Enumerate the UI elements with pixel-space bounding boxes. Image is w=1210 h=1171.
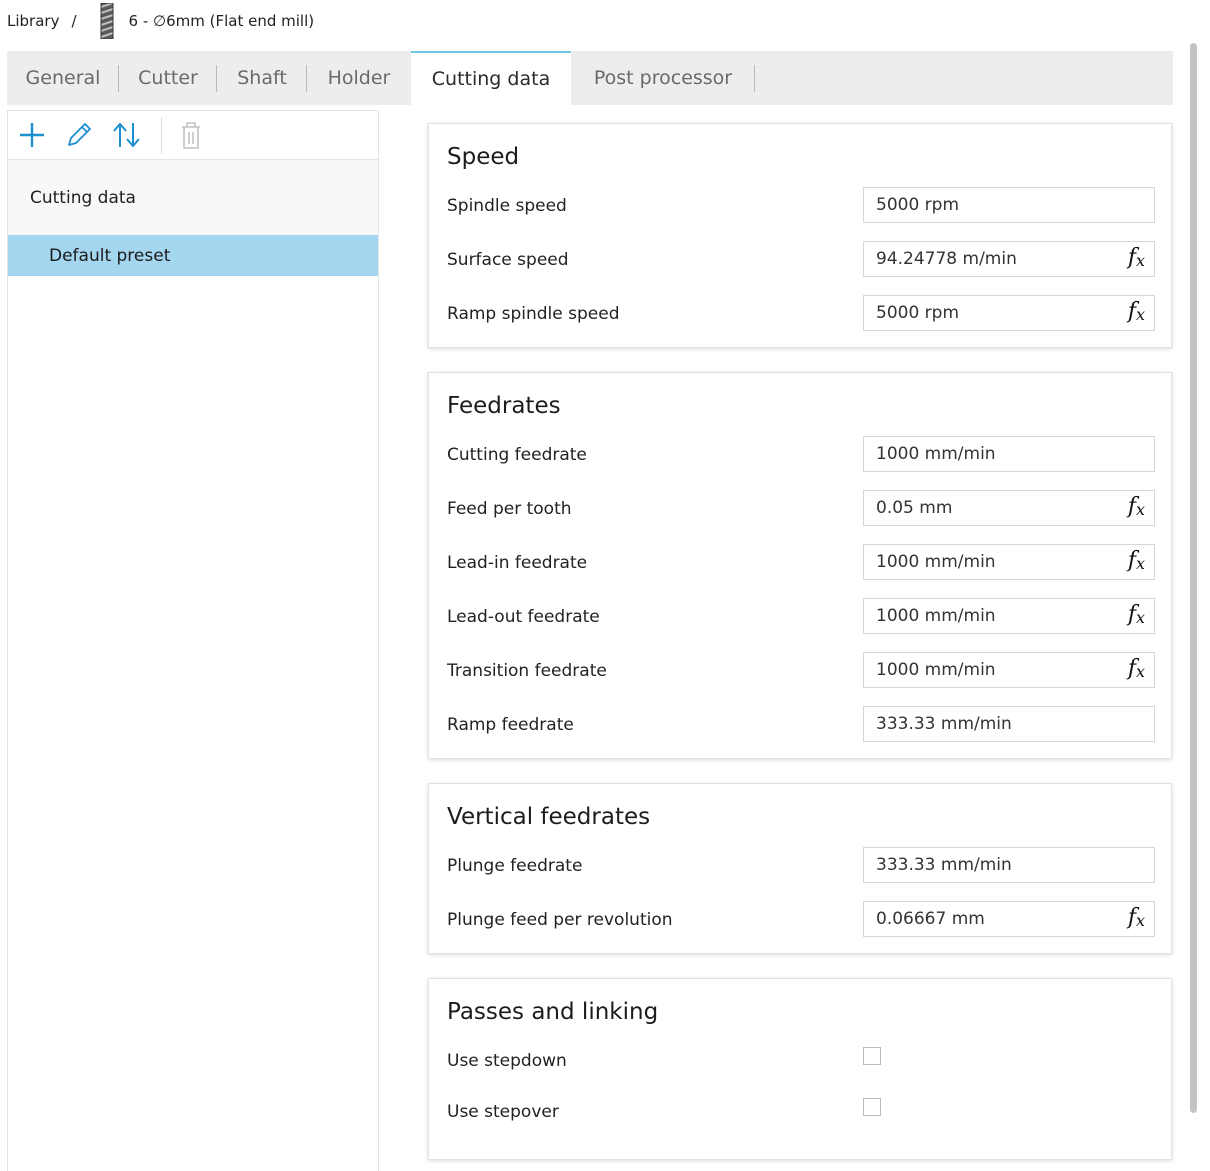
formula-icon[interactable]: fx: [1128, 602, 1145, 627]
field-label: Spindle speed: [447, 196, 567, 216]
use-stepdown-checkbox[interactable]: [863, 1047, 881, 1065]
breadcrumb-tool-name: 6 - ∅6mm (Flat end mill): [128, 12, 315, 30]
transition-feedrate-input[interactable]: 1000 mm/min fx: [863, 652, 1155, 688]
toolbar-divider: [161, 117, 162, 154]
preset-panel: Cutting data Default preset: [7, 110, 379, 1171]
formula-icon[interactable]: fx: [1128, 299, 1145, 324]
cutting-feedrate-input[interactable]: 1000 mm/min: [863, 436, 1155, 472]
formula-icon[interactable]: fx: [1128, 245, 1145, 270]
tab-shaft[interactable]: Shaft: [217, 51, 307, 105]
field-label: Transition feedrate: [447, 661, 607, 681]
feedrates-section: Feedrates Cutting feedrate 1000 mm/min F…: [428, 372, 1172, 759]
delete-icon[interactable]: [176, 120, 206, 150]
field-value: 1000 mm/min: [876, 444, 996, 464]
spindle-speed-input[interactable]: 5000 rpm: [863, 187, 1155, 223]
preset-toolbar: [8, 111, 378, 160]
field-label: Plunge feedrate: [447, 856, 583, 876]
field-label: Plunge feed per revolution: [447, 910, 673, 930]
field-label: Ramp feedrate: [447, 715, 574, 735]
plunge-feed-per-revolution-input[interactable]: 0.06667 mm fx: [863, 901, 1155, 937]
lead-in-feedrate-input[interactable]: 1000 mm/min fx: [863, 544, 1155, 580]
field-value: 1000 mm/min: [876, 606, 996, 626]
tab-general[interactable]: General: [7, 51, 119, 105]
edit-icon[interactable]: [64, 120, 94, 150]
field-label: Lead-out feedrate: [447, 607, 600, 627]
feed-per-tooth-input[interactable]: 0.05 mm fx: [863, 490, 1155, 526]
tab-post-processor[interactable]: Post processor: [571, 51, 755, 105]
tab-holder[interactable]: Holder: [307, 51, 411, 105]
tab-label: Holder: [327, 67, 391, 89]
tab-cutting-data[interactable]: Cutting data: [411, 51, 571, 105]
field-value: 5000 rpm: [876, 303, 960, 323]
field-value: 94.24778 m/min: [876, 249, 1017, 269]
tab-label: Cutter: [138, 67, 198, 89]
breadcrumb-library[interactable]: Library: [7, 12, 59, 30]
field-label: Use stepdown: [447, 1051, 567, 1071]
tree-header: Cutting data: [8, 160, 378, 235]
field-value: 0.05 mm: [876, 498, 953, 518]
ramp-spindle-speed-input[interactable]: 5000 rpm fx: [863, 295, 1155, 331]
breadcrumb-separator: /: [71, 12, 77, 30]
formula-icon[interactable]: fx: [1128, 656, 1145, 681]
plunge-feedrate-input[interactable]: 333.33 mm/min: [863, 847, 1155, 883]
tab-cutter[interactable]: Cutter: [119, 51, 217, 105]
field-label: Surface speed: [447, 250, 569, 270]
tab-label: Shaft: [237, 67, 287, 89]
vertical-feedrates-section: Vertical feedrates Plunge feedrate 333.3…: [428, 783, 1172, 954]
tab-label: Post processor: [593, 67, 733, 89]
passes-linking-section: Passes and linking Use stepdown Use step…: [428, 978, 1172, 1160]
speed-section: Speed Spindle speed 5000 rpm Surface spe…: [428, 123, 1172, 348]
add-icon[interactable]: [17, 120, 47, 150]
field-value: 333.33 mm/min: [876, 714, 1012, 734]
field-label: Feed per tooth: [447, 499, 572, 519]
field-value: 333.33 mm/min: [876, 855, 1012, 875]
section-title: Feedrates: [447, 393, 561, 419]
end-mill-icon: [99, 2, 115, 40]
field-value: 1000 mm/min: [876, 552, 996, 572]
lead-out-feedrate-input[interactable]: 1000 mm/min fx: [863, 598, 1155, 634]
tab-label: Cutting data: [431, 68, 551, 90]
tab-bar: General Cutter Shaft Holder Cutting data…: [7, 51, 1173, 105]
scrollbar-thumb[interactable]: [1190, 43, 1197, 1113]
field-label: Lead-in feedrate: [447, 553, 588, 573]
breadcrumb: Library / 6 - ∅6mm (Flat end mill): [7, 2, 315, 40]
field-label: Cutting feedrate: [447, 445, 587, 465]
formula-icon[interactable]: fx: [1128, 548, 1145, 573]
field-value: 1000 mm/min: [876, 660, 996, 680]
tree-item-default-preset[interactable]: Default preset: [8, 235, 378, 276]
field-value: 5000 rpm: [876, 195, 960, 215]
formula-icon[interactable]: fx: [1128, 905, 1145, 930]
section-title: Speed: [447, 144, 520, 170]
field-value: 0.06667 mm: [876, 909, 985, 929]
tab-label: General: [25, 67, 101, 89]
section-title: Vertical feedrates: [447, 804, 651, 830]
field-label: Ramp spindle speed: [447, 304, 620, 324]
field-label: Use stepover: [447, 1102, 559, 1122]
formula-icon[interactable]: fx: [1128, 494, 1145, 519]
section-title: Passes and linking: [447, 999, 659, 1025]
use-stepover-checkbox[interactable]: [863, 1098, 881, 1116]
surface-speed-input[interactable]: 94.24778 m/min fx: [863, 241, 1155, 277]
sort-icon[interactable]: [112, 120, 142, 150]
ramp-feedrate-input[interactable]: 333.33 mm/min: [863, 706, 1155, 742]
